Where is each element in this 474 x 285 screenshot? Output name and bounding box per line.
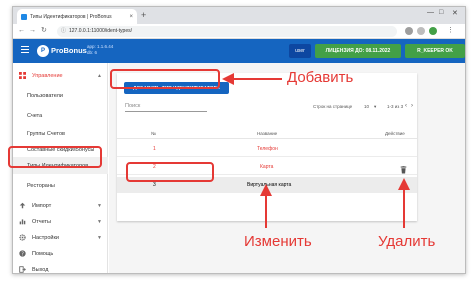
sidebar-item-help[interactable]: ? Помощь bbox=[13, 245, 108, 262]
new-tab-button[interactable]: + bbox=[141, 10, 146, 20]
sidebar-item-label: Управление bbox=[32, 72, 63, 79]
identifier-types-card: ДОБАВИТЬ ТИП ИДЕНТИФИКАТОРА Поиск Строк … bbox=[117, 73, 417, 221]
close-tab-icon[interactable]: × bbox=[129, 14, 137, 20]
trash-icon[interactable] bbox=[400, 166, 407, 174]
upload-icon bbox=[19, 202, 26, 209]
help-icon: ? bbox=[19, 250, 26, 257]
sidebar-item-logout[interactable]: Выход bbox=[13, 261, 108, 273]
logo-icon: P bbox=[37, 45, 49, 57]
chevron-down-icon: ▼ bbox=[97, 218, 102, 225]
reload-icon[interactable]: ↻ bbox=[41, 27, 47, 35]
row-number: 1 bbox=[153, 146, 156, 152]
sidebar-item-label: Рестораны bbox=[27, 182, 55, 189]
sidebar-item-users[interactable]: Пользователи bbox=[13, 87, 108, 104]
menu-dots-icon[interactable]: ⋮ bbox=[447, 27, 454, 35]
chevron-down-icon: ▼ bbox=[97, 202, 102, 209]
tab-bar: Типы Идентификаторов | ProBonus × + — □ … bbox=[13, 7, 465, 24]
svg-text:?: ? bbox=[21, 251, 24, 257]
chart-icon bbox=[19, 219, 26, 225]
maximize-icon[interactable]: □ bbox=[439, 9, 443, 16]
page-info: 1-3 из 3 bbox=[387, 104, 404, 109]
row-name[interactable]: Виртуальная карта bbox=[247, 182, 291, 188]
table-row[interactable]: 1 Телефон bbox=[117, 141, 417, 157]
row-name[interactable]: Карта bbox=[260, 164, 273, 170]
favicon-icon bbox=[21, 13, 27, 20]
rows-per-page-label: Строк на странице bbox=[313, 104, 353, 109]
prev-page-icon[interactable]: ‹ bbox=[405, 103, 407, 109]
sidebar-item-label: Настройки bbox=[32, 234, 59, 241]
sidebar: Управление ▲ Пользователи Счета Группы С… bbox=[13, 63, 108, 273]
chevron-up-icon: ▲ bbox=[97, 72, 102, 79]
forward-icon[interactable]: → bbox=[29, 27, 36, 35]
sidebar-item-label: Помощь bbox=[32, 250, 54, 257]
highlight-edit-row bbox=[126, 162, 214, 182]
version-info: app: 1.1.6.44 db: 6 bbox=[87, 44, 113, 56]
annotation-delete: Удалить bbox=[378, 233, 436, 250]
sidebar-item-label: Импорт bbox=[32, 202, 52, 209]
sidebar-item-label: Выход bbox=[32, 266, 49, 273]
search-input[interactable]: Поиск bbox=[125, 101, 207, 112]
sidebar-item-reports[interactable]: Отчеты ▼ bbox=[13, 213, 108, 230]
user-button[interactable]: user bbox=[289, 44, 311, 58]
info-icon: ⓘ bbox=[61, 28, 67, 34]
extension-icon[interactable] bbox=[405, 27, 413, 35]
tab-title: Типы Идентификаторов | ProBonus bbox=[30, 13, 112, 20]
license-button[interactable]: ЛИЦЕНЗИЯ ДО: 08.11.2022 bbox=[315, 44, 401, 58]
column-header-action: Действие bbox=[385, 131, 405, 136]
minimize-icon[interactable]: — bbox=[427, 9, 434, 16]
sidebar-item-restaurants[interactable]: Рестораны bbox=[13, 177, 108, 194]
sidebar-item-label: Счета bbox=[27, 112, 43, 119]
chevron-down-icon: ▼ bbox=[97, 234, 102, 241]
sidebar-item-import[interactable]: Импорт ▼ bbox=[13, 197, 108, 214]
db-version: db: 6 bbox=[87, 50, 98, 55]
row-number: 3 bbox=[153, 182, 156, 188]
brand-name: ProBonus bbox=[51, 46, 87, 55]
sidebar-item-label: Пользователи bbox=[27, 92, 63, 99]
sidebar-item-label: Отчеты bbox=[32, 218, 52, 225]
row-name[interactable]: Телефон bbox=[257, 146, 278, 152]
gear-icon bbox=[19, 234, 26, 241]
rows-per-page-select[interactable]: 10 bbox=[364, 104, 369, 109]
browser-tab[interactable]: Типы Идентификаторов | ProBonus × bbox=[17, 9, 137, 24]
sidebar-item-account-groups[interactable]: Группы Счетов bbox=[13, 125, 108, 142]
profile-icon[interactable] bbox=[429, 27, 437, 35]
select-arrow-icon[interactable]: ▾ bbox=[374, 104, 376, 110]
sidebar-item-management[interactable]: Управление ▲ bbox=[13, 67, 108, 84]
column-header-number: № bbox=[151, 131, 156, 136]
app-header: P ProBonus app: 1.1.6.44 db: 6 user ЛИЦЕ… bbox=[13, 39, 465, 63]
hamburger-menu-icon[interactable] bbox=[21, 46, 29, 55]
table-header: № Название Действие bbox=[117, 129, 417, 139]
highlight-add-button bbox=[110, 69, 220, 89]
annotation-edit: Изменить bbox=[244, 233, 312, 250]
annotation-add: Добавить bbox=[287, 69, 354, 86]
sidebar-item-label: Группы Счетов bbox=[27, 130, 65, 137]
logout-icon bbox=[19, 266, 26, 273]
sidebar-item-settings[interactable]: Настройки ▼ bbox=[13, 229, 108, 246]
rkeeper-status-button[interactable]: R_KEEPER OK bbox=[405, 44, 465, 58]
url-field[interactable]: ⓘ 127.0.0.1:11000/ident-types/ bbox=[57, 26, 397, 37]
address-bar-row: ← → ↻ ⓘ 127.0.0.1:11000/ident-types/ ⋮ bbox=[13, 24, 465, 39]
url-text: 127.0.0.1:11000/ident-types/ bbox=[69, 28, 133, 34]
column-header-name: Название bbox=[257, 131, 278, 136]
close-window-icon[interactable]: ✕ bbox=[452, 9, 458, 17]
extension-icon[interactable] bbox=[417, 27, 425, 35]
grid-icon bbox=[19, 72, 26, 79]
sidebar-item-accounts[interactable]: Счета bbox=[13, 107, 108, 124]
highlight-sidebar-item bbox=[8, 146, 102, 168]
next-page-icon[interactable]: › bbox=[411, 103, 413, 109]
back-icon[interactable]: ← bbox=[18, 27, 25, 35]
